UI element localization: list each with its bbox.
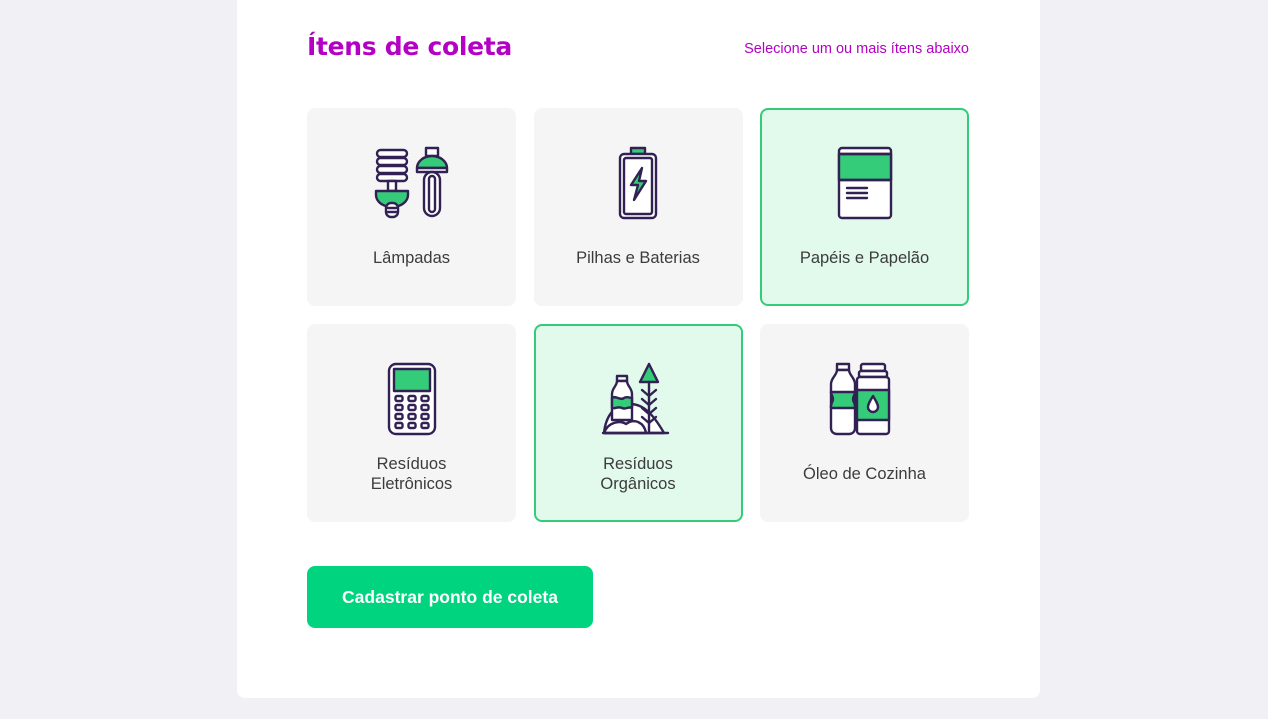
item-label: Pilhas e Baterias [576, 249, 700, 267]
item-residuos-eletronicos[interactable]: Resíduos Eletrônicos [307, 324, 516, 522]
item-lampadas[interactable]: Lâmpadas [307, 108, 516, 306]
submit-button[interactable]: Cadastrar ponto de coleta [307, 566, 593, 628]
cooking-oil-icon [829, 362, 890, 436]
organic-waste-icon [601, 362, 670, 435]
paper-icon [837, 146, 892, 220]
item-label: Papéis e Papelão [799, 249, 930, 267]
item-papeis-papelao[interactable]: Papéis e Papelão [760, 108, 969, 306]
item-label: Óleo de Cozinha [803, 465, 926, 483]
section-title: Ítens de coleta [307, 32, 512, 61]
lamps-icon [374, 146, 448, 219]
item-residuos-organicos[interactable]: Resíduos Orgânicos [533, 324, 743, 522]
item-label: Resíduos Orgânicos [600, 455, 676, 493]
item-oleo-cozinha[interactable]: Óleo de Cozinha [760, 324, 969, 522]
section-hint: Selecione um ou mais ítens abaixo [744, 41, 969, 57]
items-grid: Lâmpadas Pilhas e Baterias Papéis e Pape… [307, 108, 969, 522]
electronics-icon [387, 362, 436, 436]
item-pilhas-baterias[interactable]: Pilhas e Baterias [533, 108, 743, 306]
item-label: Lâmpadas [372, 249, 451, 267]
battery-icon [618, 146, 658, 220]
item-label: Resíduos Eletrônicos [370, 455, 453, 493]
